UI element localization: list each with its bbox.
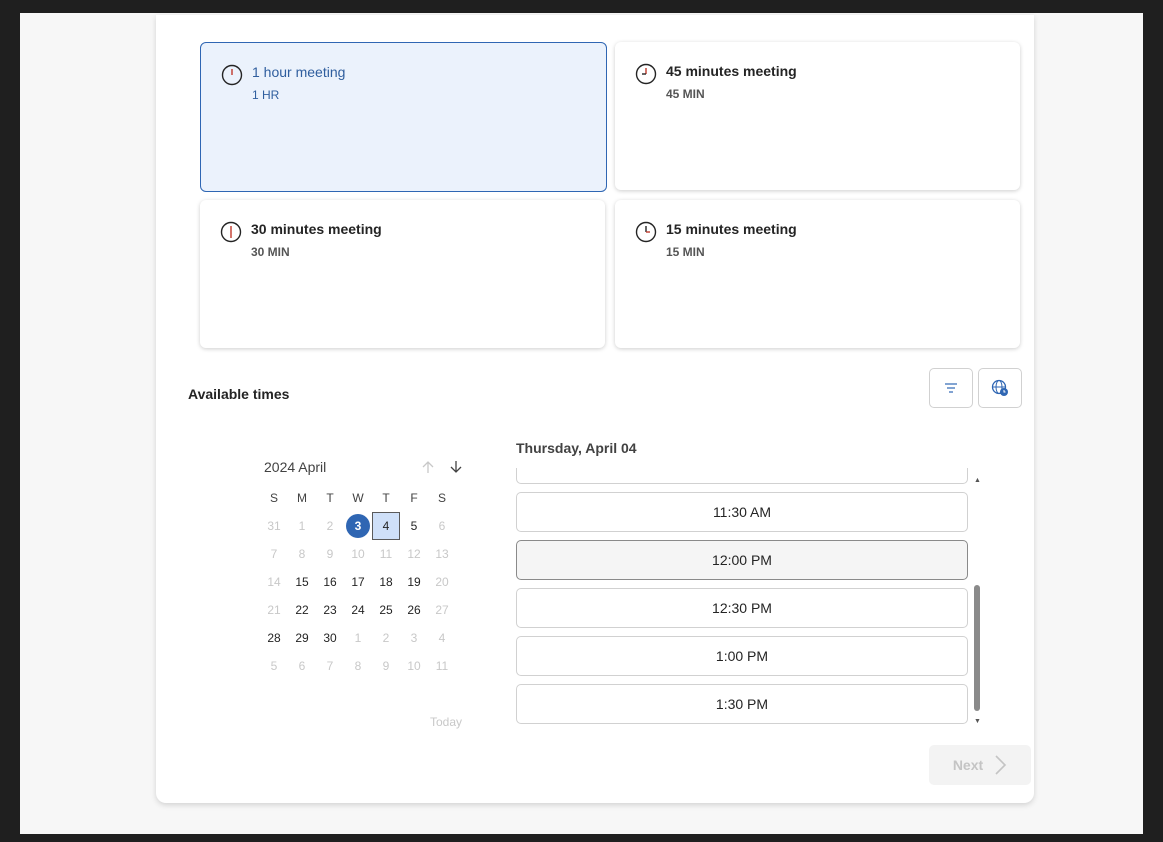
time-slot[interactable]: 1:00 PM xyxy=(516,636,968,676)
time-slot-label: 1:00 PM xyxy=(715,648,769,664)
weekday-header: F xyxy=(410,491,418,505)
calendar-day[interactable]: 11 xyxy=(428,652,456,680)
calendar-day[interactable]: 2 xyxy=(316,512,344,540)
time-slot[interactable]: 11:30 AM xyxy=(516,492,968,532)
time-slot-label: 12:00 PM xyxy=(712,552,772,568)
arrow-down-icon[interactable] xyxy=(448,459,464,475)
globe-clock-icon xyxy=(991,379,1008,396)
calendar-day[interactable]: 4 xyxy=(428,624,456,652)
calendar-day-today[interactable]: 3 xyxy=(344,512,372,540)
weekday-header: T xyxy=(382,491,390,505)
time-slot[interactable]: 1:30 PM xyxy=(516,684,968,724)
calendar-day[interactable]: 1 xyxy=(344,624,372,652)
calendar-day[interactable]: 6 xyxy=(288,652,316,680)
calendar-month-label: 2024 April xyxy=(264,459,327,475)
meeting-title: 15 minutes meeting xyxy=(666,221,797,237)
next-button[interactable]: Next xyxy=(929,745,1031,785)
meeting-card-1hr[interactable]: 1 hour meeting 1 HR xyxy=(200,42,607,192)
calendar-day[interactable]: 10 xyxy=(344,540,372,568)
calendar-day[interactable]: 7 xyxy=(316,652,344,680)
calendar-day[interactable]: 8 xyxy=(344,652,372,680)
weekday-header: M xyxy=(297,491,307,505)
calendar-day[interactable]: 17 xyxy=(344,568,372,596)
clock-icon xyxy=(221,64,243,86)
time-slot-label: 11:30 AM xyxy=(712,504,772,520)
calendar-day[interactable]: 9 xyxy=(316,540,344,568)
meeting-card-30min[interactable]: 30 minutes meeting 30 MIN xyxy=(200,200,605,348)
calendar-day[interactable]: 5 xyxy=(400,512,428,540)
calendar-day[interactable]: 23 xyxy=(316,596,344,624)
meeting-title: 45 minutes meeting xyxy=(666,63,797,79)
time-slot-label: 12:30 PM xyxy=(712,600,772,616)
filter-button[interactable] xyxy=(929,368,973,408)
filter-icon xyxy=(945,383,957,393)
arrow-up-icon[interactable] xyxy=(420,459,436,475)
calendar-day[interactable]: 1 xyxy=(288,512,316,540)
weekday-header: T xyxy=(326,491,334,505)
next-button-label: Next xyxy=(952,757,984,773)
time-slot-label: 1:30 PM xyxy=(715,696,769,712)
calendar-day[interactable]: 6 xyxy=(428,512,456,540)
calendar-day-selected[interactable]: 4 xyxy=(372,512,400,540)
calendar-day[interactable]: 5 xyxy=(260,652,288,680)
calendar-day[interactable]: 12 xyxy=(400,540,428,568)
calendar-day[interactable]: 28 xyxy=(260,624,288,652)
time-slot-list[interactable]: 11:30 AM 12:00 PM 12:30 PM 1:00 PM 1:30 … xyxy=(516,468,986,726)
calendar-day[interactable]: 10 xyxy=(400,652,428,680)
calendar-day[interactable]: 15 xyxy=(288,568,316,596)
calendar-day[interactable]: 11 xyxy=(372,540,400,568)
clock-icon xyxy=(220,221,242,243)
scroll-up-icon[interactable]: ▲ xyxy=(974,477,981,484)
calendar-day[interactable]: 25 xyxy=(372,596,400,624)
meeting-duration: 15 MIN xyxy=(666,245,705,259)
time-slot-partial[interactable] xyxy=(516,468,968,484)
available-times-heading: Available times xyxy=(188,386,290,402)
meeting-duration: 30 MIN xyxy=(251,245,290,259)
calendar-day[interactable]: 7 xyxy=(260,540,288,568)
calendar-day[interactable]: 19 xyxy=(400,568,428,596)
calendar-day[interactable]: 26 xyxy=(400,596,428,624)
scroll-down-icon[interactable]: ▼ xyxy=(974,718,981,725)
calendar-day[interactable]: 30 xyxy=(316,624,344,652)
chevron-right-icon xyxy=(995,755,1007,775)
time-slot[interactable]: 12:30 PM xyxy=(516,588,968,628)
calendar-day[interactable]: 14 xyxy=(260,568,288,596)
selected-day-label: Thursday, April 04 xyxy=(516,440,637,456)
timezone-button[interactable] xyxy=(978,368,1022,408)
weekday-header: W xyxy=(352,491,364,505)
meeting-card-45min[interactable]: 45 minutes meeting 45 MIN xyxy=(615,42,1020,190)
meeting-duration: 1 HR xyxy=(252,88,280,102)
calendar-day[interactable]: 13 xyxy=(428,540,456,568)
meeting-title: 1 hour meeting xyxy=(252,64,346,80)
calendar-day[interactable]: 8 xyxy=(288,540,316,568)
calendar-day[interactable]: 24 xyxy=(344,596,372,624)
calendar-day[interactable]: 27 xyxy=(428,596,456,624)
calendar-day[interactable]: 9 xyxy=(372,652,400,680)
calendar-day[interactable]: 21 xyxy=(260,596,288,624)
calendar-day[interactable]: 16 xyxy=(316,568,344,596)
clock-icon xyxy=(635,221,657,243)
calendar-day[interactable]: 3 xyxy=(400,624,428,652)
meeting-card-15min[interactable]: 15 minutes meeting 15 MIN xyxy=(615,200,1020,348)
calendar-day[interactable]: 18 xyxy=(372,568,400,596)
weekday-header: S xyxy=(437,491,446,505)
scrollbar-thumb[interactable] xyxy=(974,585,980,711)
meeting-duration: 45 MIN xyxy=(666,87,705,101)
calendar-day-number: 3 xyxy=(346,514,370,538)
calendar-day[interactable]: 2 xyxy=(372,624,400,652)
meeting-title: 30 minutes meeting xyxy=(251,221,382,237)
clock-icon xyxy=(635,63,657,85)
today-link[interactable]: Today xyxy=(430,715,462,729)
time-slot[interactable]: 12:00 PM xyxy=(516,540,968,580)
weekday-header: S xyxy=(269,491,278,505)
calendar-day[interactable]: 29 xyxy=(288,624,316,652)
calendar-day[interactable]: 20 xyxy=(428,568,456,596)
calendar-day[interactable]: 22 xyxy=(288,596,316,624)
calendar-day[interactable]: 31 xyxy=(260,512,288,540)
